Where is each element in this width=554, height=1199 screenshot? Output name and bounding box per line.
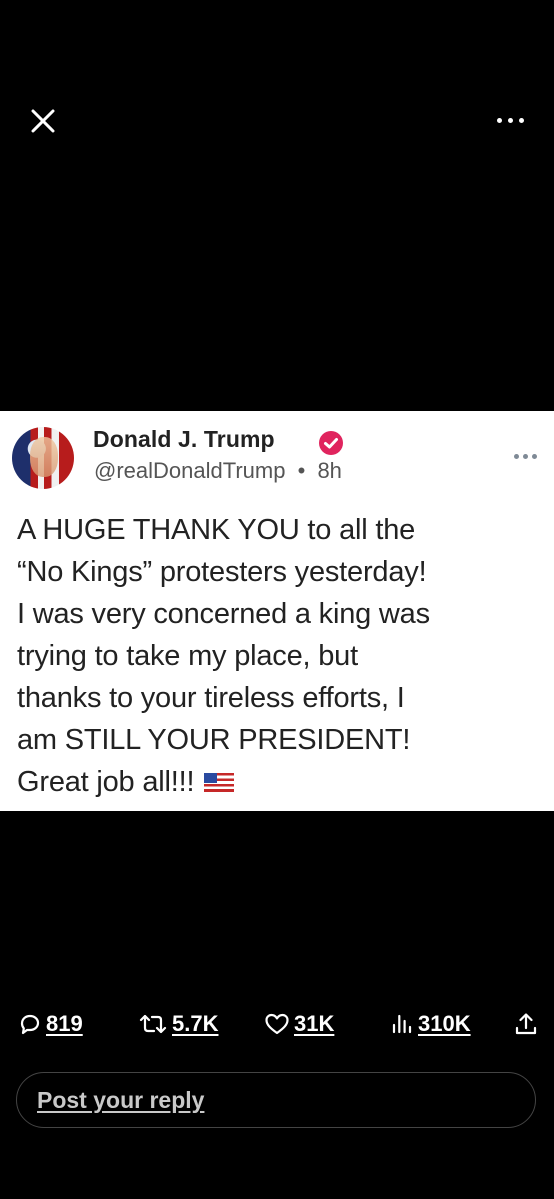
views-count: 310K <box>418 1011 471 1036</box>
reply-placeholder: Post your reply <box>37 1087 205 1113</box>
separator: • <box>297 458 306 483</box>
more-options-button[interactable] <box>494 110 528 130</box>
share-icon <box>515 1013 537 1035</box>
close-button[interactable] <box>28 106 58 136</box>
handle: @realDonaldTrump <box>94 458 286 483</box>
avatar <box>12 427 74 489</box>
like-button[interactable]: 31K <box>264 1006 334 1042</box>
verified-badge-icon <box>319 431 343 455</box>
post-more-icon <box>514 452 540 462</box>
like-count: 31K <box>294 1011 335 1036</box>
more-icon <box>497 118 502 123</box>
reply-input[interactable]: Post your reply <box>16 1072 536 1128</box>
post-text-line: am STILL YOUR PRESIDENT! <box>17 724 411 756</box>
views-icon <box>392 1014 412 1034</box>
share-button[interactable] <box>513 1006 539 1042</box>
repost-count: 5.7K <box>172 1011 219 1036</box>
post-text-line: “No Kings” protesters yesterday! <box>17 556 427 588</box>
reply-count: 819 <box>46 1011 83 1036</box>
us-flag-emoji <box>204 773 235 792</box>
repost-icon <box>139 1014 167 1034</box>
post-text-line: A HUGE THANK YOU to all the <box>17 514 416 546</box>
post-text-line: trying to take my place, but <box>17 640 358 672</box>
action-bar: 819 5.7K 31K 310K <box>0 1006 554 1042</box>
post-text-line: Great job all!!! <box>17 766 195 798</box>
post-image[interactable]: Donald J. Trump @realDonaldTrump • 8h A … <box>0 411 554 811</box>
heart-icon <box>265 1013 289 1035</box>
close-icon <box>31 109 55 133</box>
views-button[interactable]: 310K <box>390 1006 471 1042</box>
reply-button[interactable]: 819 <box>18 1006 83 1042</box>
post-text: A HUGE THANK YOU to all the “No Kings” p… <box>17 509 547 803</box>
repost-button[interactable]: 5.7K <box>138 1006 218 1042</box>
post-text-line: thanks to your tireless efforts, I <box>17 682 405 714</box>
display-name: Donald J. Trump <box>93 426 275 452</box>
post-time: 8h <box>317 458 342 483</box>
reply-icon <box>20 1014 40 1035</box>
handle-row: @realDonaldTrump • 8h <box>94 458 342 484</box>
post-text-line: I was very concerned a king was <box>17 598 430 630</box>
